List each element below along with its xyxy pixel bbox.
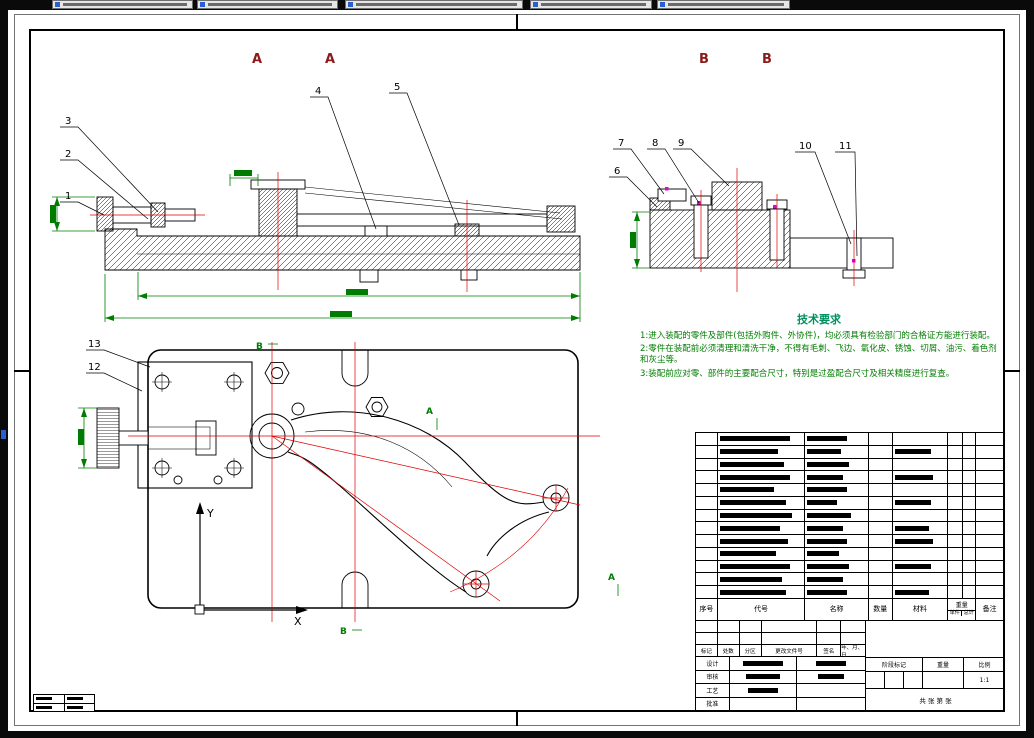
bom-header-cell: 代号 [718, 599, 806, 620]
balloon-number: 5 [394, 82, 400, 93]
plan-view: A A B B Y X 13 12 [78, 339, 619, 637]
balloon-number: 6 [614, 166, 620, 177]
scale-label: 比例 [978, 662, 991, 669]
section-view-label: A [325, 52, 335, 67]
clamp-knob [96, 407, 120, 469]
tb-sign-rows: 设计 审核 工艺 批准 [696, 657, 865, 710]
tb-rev-header: 标记 处数 分区 更改文件号 签名 年、月、日 [696, 645, 865, 657]
bom-row [696, 547, 1003, 561]
bom-header-cell: 数量 [869, 599, 893, 620]
cut-letter: A [426, 407, 433, 417]
bom-table: 序号 代号 名称 数量 材料 重量 单件 总计 备注 [695, 432, 1004, 621]
stage-boxes [866, 672, 923, 688]
bom-header-cell: 重量 单件 总计 [948, 599, 977, 620]
balloon-number: 8 [652, 138, 658, 149]
bom-header-cell: 序号 [696, 599, 718, 620]
balloon-number: 3 [65, 116, 71, 127]
balloon-5: 5 [389, 82, 460, 226]
bom-row [696, 586, 1003, 599]
hex-bolt [264, 362, 389, 417]
tech-requirements-title: 技术要求 [797, 313, 841, 326]
balloon-number: 9 [678, 138, 684, 149]
section-view-label: A [252, 52, 262, 67]
archive-boxes [33, 694, 95, 712]
y-axis-label: Y [206, 507, 214, 520]
tb-sign-row: 批准 [696, 697, 865, 710]
screw [152, 372, 244, 485]
balloon-12: 12 [86, 362, 143, 392]
title-block: 标记 处数 分区 更改文件号 签名 年、月、日 设计 审核 工艺 批准 阶段标记 重量 比例 1… [695, 620, 1005, 711]
balloon-number: 13 [88, 339, 101, 350]
bom-header-cell: 名称 [805, 599, 869, 620]
base-plate [147, 349, 579, 609]
workpiece-outline [287, 411, 570, 598]
cad-application-window: A A 3 2 1 4 5 B B 7 8 9 6 10 11 A A B B … [0, 0, 1034, 738]
bom-row [696, 560, 1003, 574]
technical-requirements: 技术要求 1:进入装配的零件及部件(包括外购件、外协件)，均必须具有检验部门的合… [640, 311, 998, 382]
drawing-number-cell [866, 621, 1005, 658]
bom-row [696, 496, 1003, 510]
section-view-label: B [762, 52, 772, 67]
cut-letter: B [340, 627, 347, 637]
balloon-9: 9 [673, 138, 730, 187]
bom-header-cell: 材料 [893, 599, 949, 620]
balloon-number: 4 [315, 86, 321, 97]
bom-row [696, 458, 1003, 472]
bom-row [696, 535, 1003, 548]
bom-row [696, 471, 1003, 485]
stage-label: 阶段标记 [866, 658, 923, 671]
bom-row [696, 433, 1003, 446]
tech-requirement-item: 2:零件在装配前必须清理和清洗干净，不得有毛刺、飞边、氧化皮、锈蚀、切屑、油污、… [640, 344, 997, 366]
section-view-label: B [699, 52, 709, 67]
balloon-number: 7 [618, 138, 624, 149]
tech-requirement-item: 1:进入装配的零件及部件(包括外购件、外协件)，均必须具有检验部门的合格证方能进… [640, 331, 995, 341]
cut-letter: B [256, 342, 263, 352]
balloon-4: 4 [310, 86, 377, 230]
bom-row [696, 522, 1003, 536]
section-cut-marks: A A B B [256, 342, 619, 637]
tb-rev-2 [696, 633, 865, 645]
tb-sign-row: 工艺 [696, 684, 865, 698]
side-view-section-a: A A 3 2 1 4 5 [50, 52, 581, 322]
bom-header: 序号 代号 名称 数量 材料 重量 单件 总计 备注 [696, 599, 1003, 620]
marker-dot [773, 205, 777, 209]
weight-label: 重量 [923, 658, 964, 671]
tb-sign-row: 审核 [696, 670, 865, 684]
coordinate-axes: Y X [194, 502, 308, 628]
origin-marker [194, 604, 205, 615]
balloon-number: 2 [65, 149, 71, 160]
clamp-knob [96, 196, 114, 232]
tech-requirement-item: 3:装配前应对零、部件的主要配合尺寸，特别是过盈配合尺寸及相关精度进行复查。 [640, 368, 955, 379]
bom-row [696, 573, 1003, 587]
bom-header-cell: 备注 [982, 604, 997, 613]
marker-dot [665, 187, 669, 191]
title-block-revisions: 标记 处数 分区 更改文件号 签名 年、月、日 设计 审核 工艺 批准 [696, 621, 866, 710]
side-view-section-b: B B 7 8 9 6 10 11 [609, 52, 894, 292]
dimensions [630, 211, 650, 269]
balloon-10: 10 [795, 141, 852, 245]
scale-value: 1:1 [979, 676, 990, 684]
cut-letter: A [608, 573, 615, 583]
clamp-arm [296, 213, 548, 227]
sheet-count: 共 张 第 张 [919, 696, 952, 705]
balloon-number: 10 [799, 141, 812, 152]
bom-row [696, 509, 1003, 523]
title-block-info: 阶段标记 重量 比例 1:1 共 张 第 张 [866, 621, 1005, 710]
dimensions [78, 407, 97, 469]
balloon-number: 1 [65, 191, 71, 202]
bom-rows [696, 433, 1003, 599]
bom-row [696, 484, 1003, 497]
tb-sign-row: 设计 [696, 657, 865, 671]
tb-rev-1 [696, 621, 865, 633]
weight-value [923, 672, 964, 688]
bom-row [696, 445, 1003, 459]
centerlines [128, 342, 600, 622]
balloon-number: 12 [88, 362, 101, 373]
balloon-number: 11 [839, 141, 852, 152]
x-axis-label: X [294, 615, 302, 628]
